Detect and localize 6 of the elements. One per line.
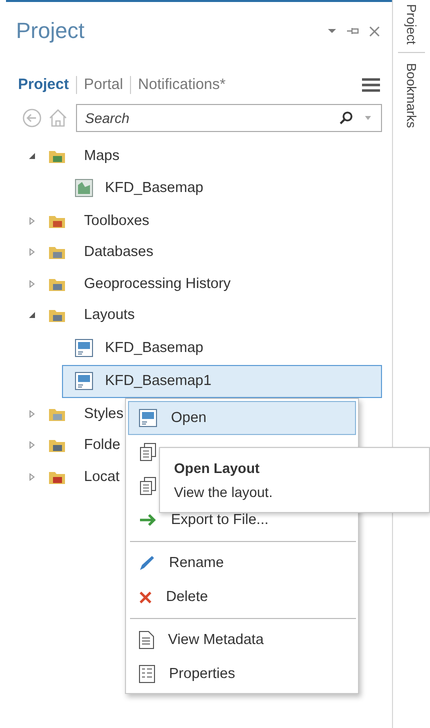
tree-item-label: KFD_Basemap1 (105, 373, 212, 390)
tree-item-label: KFD_Basemap (105, 180, 204, 196)
panel-title: Project (16, 18, 84, 44)
tooltip-title: Open Layout (174, 460, 261, 476)
tree-item-label: KFD_Basemap (105, 340, 204, 356)
tooltip-text: View the layout. (174, 484, 274, 500)
